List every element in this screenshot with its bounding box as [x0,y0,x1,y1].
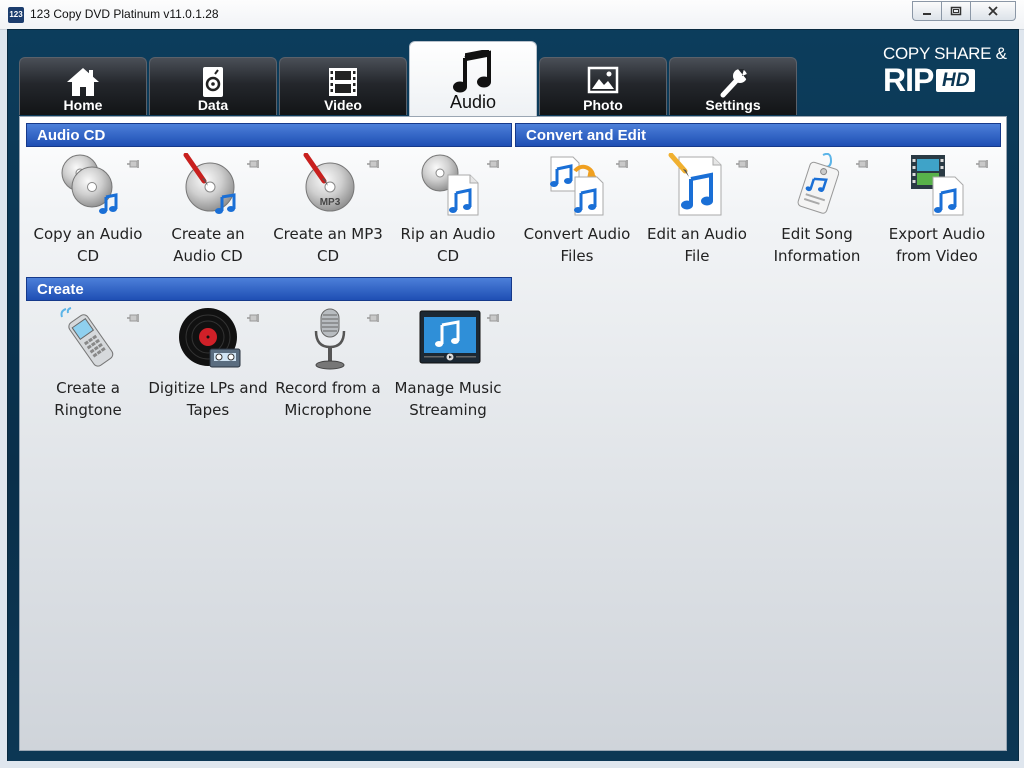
logo-hd: HD [936,69,976,92]
tab-audio[interactable]: Audio [409,41,537,117]
pin-icon[interactable] [366,159,380,169]
restore-icon [950,6,962,16]
image-icon [587,66,619,94]
tab-home[interactable]: Home [19,57,147,115]
tab-label: Video [324,97,362,113]
item-label: Create an Audio CD [171,225,245,265]
pin-icon[interactable] [975,159,989,169]
manage-music-streaming-button[interactable]: Manage Music Streaming [388,307,508,427]
item-label: Rip an Audio CD [400,225,496,265]
edit-audio-file-button[interactable]: Edit an Audio File [637,153,757,273]
tab-label: Home [63,97,103,113]
item-label: Edit Song Information [773,225,861,265]
tab-data[interactable]: Data [149,57,277,115]
tab-label: Audio [449,92,497,112]
item-label: Export Audio from Video [888,225,986,265]
item-label: Record from a Microphone [275,379,381,419]
pin-icon[interactable] [126,313,140,323]
vinyl-icon [179,308,241,368]
export-audio-from-video-button[interactable]: Export Audio from Video [877,153,997,273]
home-icon [67,68,99,96]
wrench-icon [720,69,747,98]
item-label: Create a Ringtone [54,379,122,419]
data-icon [203,67,223,97]
item-label: Manage Music Streaming [394,379,502,419]
section-header-create: Create [26,277,512,301]
export-audio-video-icon [911,155,964,216]
music-note-icon [453,50,491,93]
item-label: Copy an Audio CD [33,225,143,265]
close-button[interactable] [970,1,1016,21]
title-bar: 123 123 Copy DVD Platinum v11.0.1.28 [0,0,1024,30]
tab-label: Photo [583,97,623,113]
pin-icon[interactable] [855,159,869,169]
create-mp3-cd-icon: MP3 [303,153,355,212]
minimize-button[interactable] [912,1,941,21]
app-icon: 123 [8,7,24,23]
create-mp3-cd-button[interactable]: MP3 Create an MP3 CD [268,153,388,273]
pin-icon[interactable] [486,159,500,169]
section-header-audio-cd: Audio CD [26,123,512,147]
record-microphone-button[interactable]: Record from a Microphone [268,307,388,427]
edit-song-information-button[interactable]: Edit Song Information [757,153,877,273]
tab-label: Settings [705,97,761,113]
section-header-convert-edit: Convert and Edit [515,123,1001,147]
content-panel: Audio CD Convert and Edit Create Copy an… [19,116,1007,751]
maximize-button[interactable] [941,1,970,21]
copy-audio-cd-icon [61,154,118,214]
mp3-disc-text: MP3 [320,197,341,208]
logo-rip: RIP [883,62,934,98]
microphone-icon [314,308,346,370]
pin-icon[interactable] [246,313,260,323]
rip-audio-cd-icon [421,154,479,216]
song-tag-icon [797,153,840,214]
pin-icon[interactable] [126,159,140,169]
minimize-icon [923,13,931,15]
pin-icon[interactable] [366,313,380,323]
pin-icon[interactable] [486,313,500,323]
pin-icon[interactable] [246,159,260,169]
window-title: 123 Copy DVD Platinum v11.0.1.28 [30,7,219,21]
tab-video[interactable]: Video [279,57,407,115]
create-audio-cd-icon [183,153,236,214]
window-bottom-border [0,761,1024,768]
item-label: Create an MP3 CD [273,225,383,265]
item-label: Digitize LPs and Tapes [148,379,268,419]
app-frame: Home Data Video Audio Photo Settings COP… [7,29,1019,763]
phone-icon [60,307,114,367]
item-label: Edit an Audio File [647,225,747,265]
pin-icon[interactable] [735,159,749,169]
item-label: Convert Audio Files [523,225,631,265]
tab-photo[interactable]: Photo [539,57,667,115]
film-icon [329,68,357,96]
tab-settings[interactable]: Settings [669,57,797,115]
close-icon [988,6,998,16]
create-audio-cd-button[interactable]: Create an Audio CD [148,153,268,273]
pin-icon[interactable] [615,159,629,169]
window-controls [912,1,1016,21]
streaming-icon [419,310,481,364]
convert-audio-files-button[interactable]: Convert Audio Files [517,153,637,273]
logo-tagline: COPY SHARE & [883,44,1007,63]
digitize-lps-tapes-button[interactable]: Digitize LPs and Tapes [148,307,268,427]
copy-audio-cd-button[interactable]: Copy an Audio CD [28,153,148,273]
convert-audio-icon [550,156,604,216]
create-ringtone-button[interactable]: Create a Ringtone [28,307,148,427]
tab-label: Data [197,97,229,113]
edit-audio-icon [668,153,722,216]
rip-audio-cd-button[interactable]: Rip an Audio CD [388,153,508,273]
